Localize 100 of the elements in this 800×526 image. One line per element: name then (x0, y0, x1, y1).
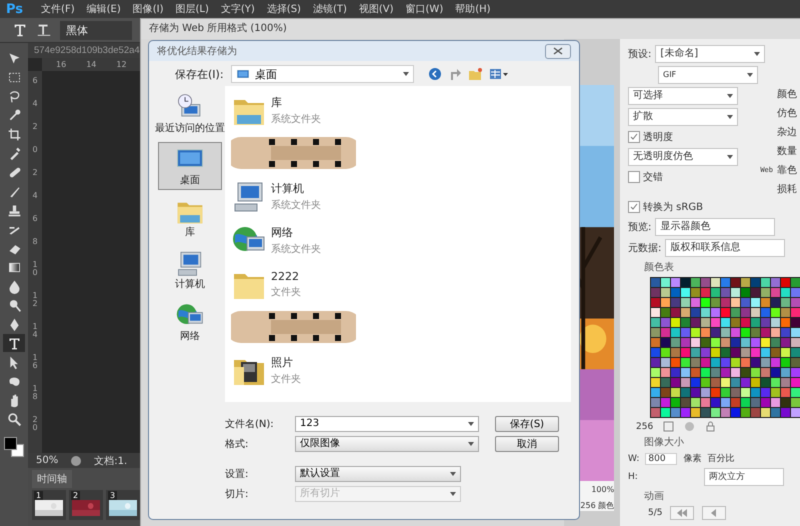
menu-item[interactable]: 图像(I) (132, 2, 164, 16)
slices-label: 切片: (225, 488, 250, 501)
square-icon[interactable] (663, 421, 674, 432)
save-button[interactable]: 保存(S) (495, 416, 559, 432)
dialog-title: 将优化结果存储为 (157, 44, 237, 58)
previous-frame-button[interactable] (702, 506, 726, 520)
app-logo: Ps (6, 2, 24, 16)
option-dropdown[interactable]: 无透明度仿色 (628, 148, 738, 166)
format-dropdown[interactable]: GIF (658, 66, 758, 84)
checkbox-label: 透明度 (643, 130, 673, 144)
unit-label: 像素 (683, 452, 702, 465)
file-item[interactable]: 照片 文件夹 (231, 350, 565, 390)
ruler-number: 2 (32, 123, 38, 131)
format-dropdown[interactable]: 仅限图像 (295, 436, 479, 452)
height-label: H: (628, 472, 638, 482)
caret-icon (403, 72, 409, 76)
sidebar-item[interactable]: 桌面 (158, 142, 222, 190)
save-in-label: 保存在(I): (175, 66, 225, 82)
zoom-level[interactable]: 50% (36, 455, 58, 466)
metadata-label: 元数据: (628, 242, 662, 255)
caret-icon (747, 73, 753, 77)
caret-icon (727, 155, 733, 159)
frame-number: 1 (34, 491, 44, 500)
section-title: 图像大小 (643, 436, 685, 449)
ruler-number: 8 (32, 238, 38, 246)
caret-icon (727, 94, 733, 98)
window-title: 存储为 Web 所用格式 (100%) (141, 19, 800, 39)
new-folder-icon[interactable] (468, 67, 483, 81)
menu-item[interactable]: 窗口(W) (406, 2, 444, 16)
ruler-number: 6 (32, 215, 38, 223)
option-label: 靠色 (777, 164, 797, 177)
settings-dropdown[interactable]: 默认设置 (295, 466, 461, 482)
filename-label: 文件名(N): (225, 418, 275, 431)
ruler-number: 20 (32, 416, 38, 432)
menu-item[interactable]: 选择(S) (266, 2, 301, 16)
menu-item[interactable]: 文件(F) (41, 2, 75, 16)
metadata-dropdown[interactable]: 版权和联系信息 (665, 239, 786, 257)
ruler-number: 6 (32, 77, 38, 85)
color-count: 256 (636, 422, 654, 432)
quality-dropdown[interactable]: 两次立方 (704, 468, 784, 486)
tool-button[interactable] (3, 334, 25, 352)
desktop-icon (235, 68, 251, 80)
checkbox-label: 交错 (643, 170, 663, 184)
ruler-number: 4 (32, 100, 38, 108)
vertical-type-icon[interactable] (36, 22, 52, 38)
color-swatches-icon[interactable] (4, 437, 24, 457)
ruler-number: 0 (32, 146, 38, 154)
location-dropdown[interactable]: 桌面 (231, 65, 414, 83)
sidebar-item[interactable]: 网络 (158, 298, 222, 346)
crop-icon (6, 126, 22, 142)
file-item[interactable]: 网络 系统文件夹 (231, 220, 565, 260)
preset-dropdown[interactable]: [未命名] (655, 45, 766, 63)
file-item[interactable]: 计算机 系统文件夹 (231, 176, 565, 216)
caret-icon (468, 422, 474, 426)
menu-item[interactable]: 视图(V) (358, 2, 394, 16)
preset-label: 预设: (628, 48, 652, 61)
sidebar-item[interactable]: 计算机 (158, 246, 222, 294)
lock-icon[interactable] (705, 421, 716, 432)
option-dropdown[interactable]: 扩散 (628, 108, 738, 126)
ruler-number: 10 (32, 261, 38, 277)
checkbox[interactable] (628, 131, 640, 143)
settings-label: 设置: (225, 468, 250, 481)
back-icon[interactable] (428, 67, 442, 81)
option-label: 杂边 (777, 126, 797, 139)
zoom-readout: 100% (591, 485, 614, 494)
option-dropdown[interactable]: 可选择 (628, 87, 738, 105)
ruler-number: 16 (56, 60, 66, 69)
file-item[interactable]: 库 系统文件夹 (231, 90, 565, 130)
frame-counter: 5/5 (648, 508, 662, 518)
menu-item[interactable]: 滤镜(T) (312, 2, 347, 16)
type-tool-icon[interactable] (12, 22, 28, 38)
close-icon (553, 47, 563, 55)
menu-item[interactable]: 帮助(H) (455, 2, 491, 16)
sidebar-item[interactable]: 库 (158, 194, 222, 242)
type-icon (6, 336, 22, 350)
checkbox[interactable] (628, 201, 640, 213)
width-label: W: (628, 454, 640, 464)
width-field[interactable]: 800 (645, 452, 678, 464)
menu-item[interactable]: 编辑(E) (86, 2, 121, 16)
cancel-button[interactable]: 取消 (495, 436, 559, 452)
font-field[interactable]: 黑体 (60, 20, 132, 40)
preview-dropdown[interactable]: 显示器颜色 (655, 218, 776, 236)
timeline-tab[interactable]: 时间轴 (32, 470, 72, 488)
percent-label: 百分比 (707, 452, 734, 465)
view-menu-icon[interactable] (489, 67, 509, 81)
ruler-number: 16 (32, 354, 38, 370)
section-title: 动画 (643, 490, 665, 503)
menu-item[interactable]: 文字(Y) (220, 2, 255, 16)
ruler-number: 18 (32, 385, 38, 401)
file-item[interactable]: 2222 文件夹 (231, 264, 565, 304)
filename-field[interactable]: 123 (295, 416, 479, 432)
ruler-number: 12 (116, 60, 127, 69)
first-frame-button[interactable] (670, 506, 694, 520)
move-icon (6, 50, 22, 66)
stamp-icon (6, 202, 22, 218)
checkbox[interactable] (628, 171, 640, 183)
color-count: 256 颜色 (580, 500, 614, 511)
close-button[interactable] (545, 44, 571, 58)
caret-icon (727, 115, 733, 119)
menu-item[interactable]: 图层(L) (176, 2, 209, 16)
